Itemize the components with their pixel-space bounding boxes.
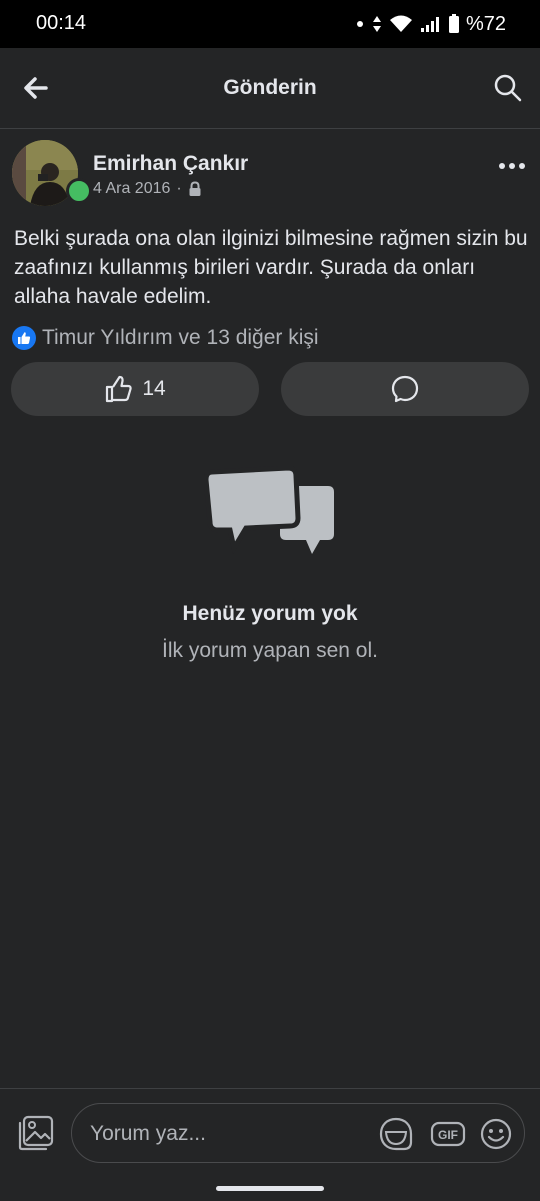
sticker-icon <box>379 1117 413 1151</box>
comment-input[interactable] <box>88 1104 372 1164</box>
gif-button[interactable]: GIF <box>430 1116 466 1152</box>
post-date[interactable]: 4 Ara 2016 <box>93 180 170 198</box>
data-arrows-icon <box>372 16 381 32</box>
empty-state-subtitle: İlk yorum yapan sen ol. <box>162 639 378 662</box>
page-title: Gönderin <box>223 76 317 99</box>
lock-icon <box>189 181 201 196</box>
post-header: Emirhan Çankır 4 Ara 2016 · <box>0 128 540 218</box>
status-time: 00:14 <box>36 12 87 34</box>
add-photo-button[interactable] <box>16 1113 56 1153</box>
notification-dot-icon <box>356 21 363 27</box>
app-bar: Gönderin <box>0 48 540 129</box>
search-button[interactable] <box>492 72 524 104</box>
author-name[interactable]: Emirhan Çankır <box>93 152 248 176</box>
reactions-summary[interactable]: Timur Yıldırım ve 13 diğer kişi <box>12 324 319 352</box>
gif-icon: GIF <box>430 1121 466 1147</box>
more-icon <box>499 163 525 169</box>
battery-level: %72 <box>465 12 506 35</box>
comment-composer: GIF <box>0 1088 540 1201</box>
comment-button[interactable] <box>281 362 529 416</box>
more-options-button[interactable] <box>498 156 526 176</box>
thumbs-up-icon <box>106 375 132 403</box>
svg-text:GIF: GIF <box>438 1128 458 1142</box>
post-text: Belki şurada ona olan ilginizi bilmesine… <box>14 227 528 308</box>
emoji-button[interactable] <box>478 1116 514 1152</box>
comment-icon <box>391 375 419 403</box>
emoji-icon <box>480 1118 512 1150</box>
like-button[interactable]: 14 <box>11 362 259 416</box>
status-bar: 00:14 %72 <box>0 0 540 48</box>
sticker-button[interactable] <box>378 1116 414 1152</box>
battery-icon <box>448 14 459 33</box>
like-count: 14 <box>142 377 166 400</box>
meta-separator: · <box>176 180 182 197</box>
reactions-text: Timur Yıldırım ve 13 diğer kişi <box>42 326 319 349</box>
photo-icon <box>18 1115 54 1151</box>
empty-state-title: Henüz yorum yok <box>182 602 358 625</box>
comment-input-box: GIF <box>71 1103 525 1164</box>
chat-bubbles-icon <box>203 465 338 560</box>
wifi-icon <box>389 15 412 32</box>
like-reaction-icon <box>12 326 36 350</box>
status-icons: %72 <box>356 10 506 38</box>
navigation-handle[interactable] <box>216 1186 324 1191</box>
search-icon <box>494 74 522 102</box>
signal-icon <box>420 17 439 32</box>
post-meta: 4 Ara 2016 · <box>93 180 202 198</box>
online-status-dot <box>66 178 92 204</box>
